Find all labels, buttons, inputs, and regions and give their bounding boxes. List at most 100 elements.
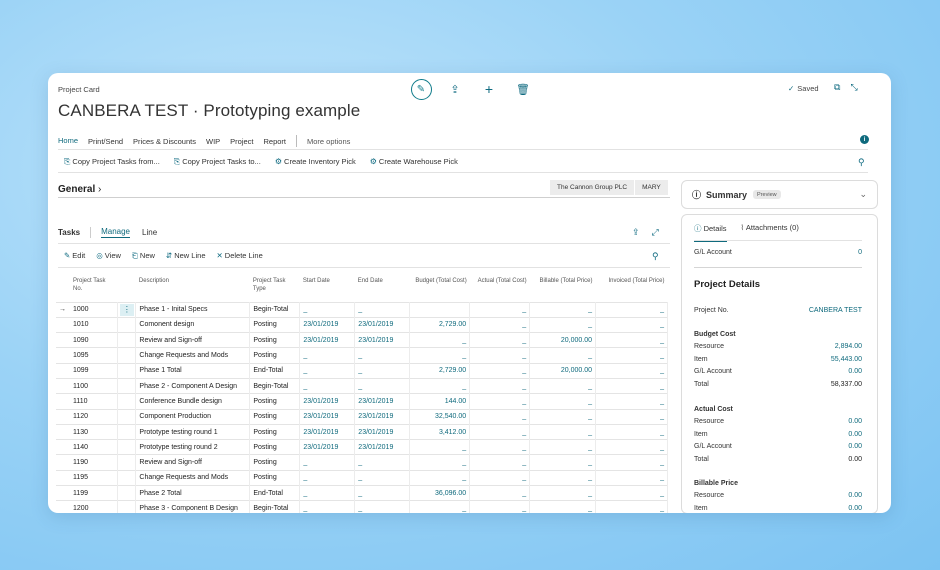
- row-selector[interactable]: [56, 362, 70, 379]
- edit-button[interactable]: ✎: [404, 78, 438, 100]
- invoiced-cell[interactable]: _: [595, 439, 668, 455]
- task-type-cell[interactable]: Posting: [249, 408, 301, 425]
- row-actions[interactable]: ⋮: [117, 301, 137, 318]
- invoiced-cell[interactable]: _: [595, 332, 668, 348]
- budget-cell[interactable]: _: [409, 500, 471, 513]
- expand-icon[interactable]: ⤢: [652, 227, 659, 238]
- description-cell[interactable]: Change Requests and Mods: [135, 347, 251, 364]
- col-description[interactable]: Description: [136, 276, 250, 302]
- menu-prices-discounts[interactable]: Prices & Discounts: [133, 137, 196, 150]
- description-cell[interactable]: Review and Sign-off: [135, 332, 251, 348]
- tab-line[interactable]: Line: [142, 228, 157, 237]
- col-invoiced[interactable]: Invoiced (Total Price): [596, 276, 668, 302]
- budget-cell[interactable]: 144.00: [409, 393, 471, 410]
- description-cell[interactable]: Phase 1 - Inital Specs: [135, 301, 251, 318]
- actual-cell[interactable]: _: [469, 332, 531, 348]
- billable-cell[interactable]: _: [529, 301, 597, 318]
- project-no-value[interactable]: CANBERA TEST: [809, 307, 862, 314]
- row-actions[interactable]: [117, 316, 137, 333]
- more-actions-icon[interactable]: ⋮: [119, 303, 134, 316]
- start-date-cell[interactable]: _: [299, 301, 356, 318]
- open-new-window-icon[interactable]: ⧉: [834, 82, 840, 93]
- table-row[interactable]: 1190 Review and Sign-off Posting _ _ _ _ _ _: [56, 454, 668, 471]
- invoiced-cell[interactable]: _: [595, 423, 668, 440]
- row-selector[interactable]: [56, 332, 70, 348]
- budget-cell[interactable]: _: [409, 454, 471, 471]
- summary-factbox-header[interactable]: ⓘ Summary Preview ⌄: [681, 180, 878, 209]
- row-actions[interactable]: [117, 362, 137, 379]
- billable-cell[interactable]: _: [529, 454, 597, 471]
- delete-line-button[interactable]: ✕ Delete Line: [217, 251, 263, 261]
- task-type-cell[interactable]: Begin-Total: [249, 377, 301, 394]
- table-row[interactable]: 1099 Phase 1 Total End-Total _ _ 2,729.00 _ 20,…: [56, 362, 668, 379]
- end-date-cell[interactable]: _: [354, 469, 411, 486]
- task-no-cell[interactable]: 1010: [69, 316, 119, 333]
- factbox-value[interactable]: 0.00: [848, 368, 862, 375]
- actual-cell[interactable]: _: [469, 469, 531, 486]
- table-row[interactable]: 1090 Review and Sign-off Posting 23/01/2019…: [56, 332, 668, 348]
- end-date-cell[interactable]: 23/01/2019: [354, 408, 411, 425]
- actual-cell[interactable]: _: [469, 485, 531, 501]
- table-row[interactable]: 1110 Conference Bundle design Posting 23/01…: [56, 393, 668, 410]
- task-type-cell[interactable]: Posting: [249, 316, 301, 333]
- task-no-cell[interactable]: 1140: [69, 439, 119, 455]
- end-date-cell[interactable]: 23/01/2019: [354, 439, 411, 455]
- budget-cell[interactable]: [409, 301, 471, 318]
- actual-cell[interactable]: _: [469, 423, 531, 440]
- row-selector[interactable]: →: [56, 301, 70, 318]
- invoiced-cell[interactable]: _: [595, 347, 668, 364]
- row-actions[interactable]: [117, 393, 137, 410]
- factbox-value[interactable]: 0.00: [848, 505, 862, 512]
- task-no-cell[interactable]: 1090: [69, 332, 119, 348]
- menu-more-options[interactable]: More options: [307, 137, 350, 150]
- task-no-cell[interactable]: 1110: [69, 393, 119, 410]
- share-icon[interactable]: ⇪: [632, 227, 640, 238]
- row-actions[interactable]: [117, 347, 137, 364]
- task-type-cell[interactable]: Posting: [249, 332, 301, 348]
- task-type-cell[interactable]: Posting: [249, 393, 301, 410]
- budget-cell[interactable]: _: [409, 439, 471, 455]
- start-date-cell[interactable]: _: [299, 500, 356, 513]
- description-cell[interactable]: Change Requests and Mods: [135, 469, 251, 486]
- description-cell[interactable]: Review and Sign-off: [135, 454, 251, 471]
- table-row[interactable]: 1199 Phase 2 Total End-Total _ _ 36,096.00 _ _ _: [56, 485, 668, 501]
- row-selector[interactable]: [56, 454, 70, 471]
- task-no-cell[interactable]: 1195: [69, 469, 119, 486]
- chevron-down-icon[interactable]: ⌄: [859, 189, 867, 200]
- table-row[interactable]: 1140 Prototype testing round 2 Posting 23/0…: [56, 439, 668, 455]
- end-date-cell[interactable]: _: [354, 500, 411, 513]
- task-type-cell[interactable]: End-Total: [249, 362, 301, 379]
- menu-report[interactable]: Report: [264, 137, 287, 150]
- start-date-cell[interactable]: 23/01/2019: [299, 439, 356, 455]
- invoiced-cell[interactable]: _: [595, 500, 668, 513]
- task-type-cell[interactable]: Begin-Total: [249, 301, 301, 318]
- task-no-cell[interactable]: 1000: [69, 301, 119, 318]
- menu-print-send[interactable]: Print/Send: [88, 137, 123, 150]
- task-type-cell[interactable]: End-Total: [249, 485, 301, 501]
- table-row[interactable]: → 1000 ⋮ Phase 1 - Inital Specs Begin-Total _…: [56, 301, 668, 318]
- description-cell[interactable]: Conference Bundle design: [135, 393, 251, 410]
- col-task-type[interactable]: Project Task Type: [250, 276, 300, 302]
- start-date-cell[interactable]: _: [299, 454, 356, 471]
- end-date-cell[interactable]: _: [354, 454, 411, 471]
- end-date-cell[interactable]: _: [354, 301, 411, 318]
- end-date-cell[interactable]: _: [354, 362, 411, 379]
- actual-cell[interactable]: _: [469, 454, 531, 471]
- factbox-value[interactable]: 0.00: [848, 431, 862, 438]
- copy-tasks-from-button[interactable]: ⎘ Copy Project Tasks from...: [64, 157, 160, 167]
- create-inventory-pick-button[interactable]: ⚙ Create Inventory Pick: [275, 157, 356, 167]
- pin-icon[interactable]: ⚲: [858, 157, 865, 168]
- budget-cell[interactable]: _: [409, 332, 471, 348]
- start-date-cell[interactable]: _: [299, 377, 356, 394]
- invoiced-cell[interactable]: _: [595, 377, 668, 394]
- start-date-cell[interactable]: _: [299, 347, 356, 364]
- row-selector[interactable]: [56, 500, 70, 513]
- description-cell[interactable]: Phase 1 Total: [135, 362, 251, 379]
- billable-cell[interactable]: _: [529, 485, 597, 501]
- billable-cell[interactable]: _: [529, 347, 597, 364]
- billable-cell[interactable]: _: [529, 393, 597, 410]
- row-selector[interactable]: [56, 316, 70, 333]
- billable-cell[interactable]: _: [529, 423, 597, 440]
- invoiced-cell[interactable]: _: [595, 454, 668, 471]
- menu-wip[interactable]: WIP: [206, 137, 220, 150]
